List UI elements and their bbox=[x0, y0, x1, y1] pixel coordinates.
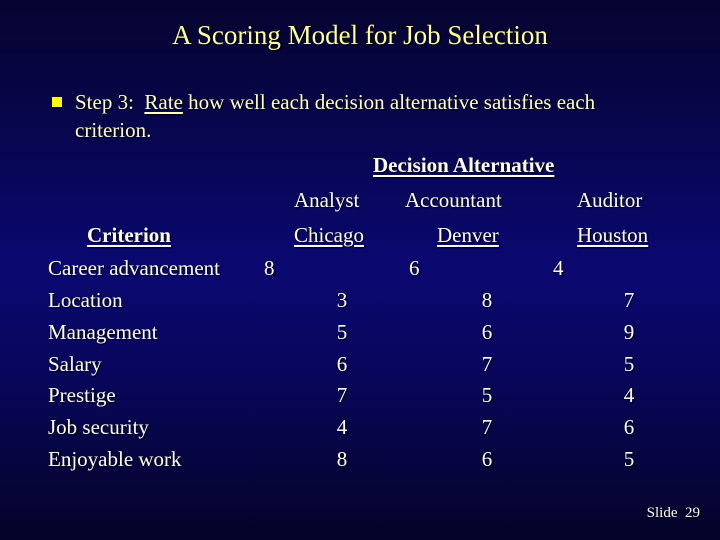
score-analyst: 8 bbox=[336, 447, 348, 471]
criterion-label: Career advancement bbox=[48, 256, 220, 280]
score-auditor: 5 bbox=[623, 447, 635, 471]
score-analyst: 5 bbox=[336, 319, 348, 344]
score-auditor: 4 bbox=[553, 256, 564, 280]
bullet-rest: how well each decision alternative satis… bbox=[182, 90, 596, 114]
criterion-label: Job security bbox=[48, 415, 149, 440]
slide-number-value: 29 bbox=[685, 505, 700, 521]
score-accountant: 6 bbox=[409, 256, 420, 280]
score-auditor: 9 bbox=[623, 319, 635, 344]
score-accountant: 6 bbox=[481, 447, 493, 471]
alt-city-chicago: Chicago bbox=[294, 223, 364, 247]
score-accountant: 5 bbox=[481, 383, 493, 408]
bullet-line-2: criterion. bbox=[75, 118, 152, 142]
score-accountant: 7 bbox=[481, 351, 493, 376]
alt-city-denver: Denver bbox=[437, 223, 499, 247]
square-bullet-icon bbox=[52, 97, 62, 107]
alt-role-accountant: Accountant bbox=[405, 188, 502, 212]
bullet-prefix: Step 3: bbox=[75, 90, 145, 114]
criterion-label: Salary bbox=[48, 351, 102, 376]
criterion-label: Management bbox=[48, 319, 158, 344]
criterion-label: Location bbox=[48, 288, 123, 312]
bullet-emphasis: Rate bbox=[144, 90, 183, 114]
score-analyst: 8 bbox=[264, 256, 275, 280]
score-auditor: 5 bbox=[623, 351, 635, 376]
score-accountant: 6 bbox=[481, 319, 493, 344]
decision-alternative-header: Decision Alternative bbox=[373, 153, 555, 177]
score-auditor: 4 bbox=[623, 383, 635, 408]
score-analyst: 7 bbox=[336, 383, 348, 408]
criterion-label: Enjoyable work bbox=[48, 447, 182, 471]
criterion-label: Prestige bbox=[48, 383, 116, 408]
alt-role-analyst: Analyst bbox=[294, 188, 360, 212]
bullet-line-1: Step 3: Rate how well each decision alte… bbox=[75, 90, 595, 115]
score-auditor: 7 bbox=[623, 288, 635, 312]
score-accountant: 7 bbox=[481, 415, 493, 440]
criterion-header: Criterion bbox=[87, 223, 171, 247]
score-analyst: 3 bbox=[336, 288, 348, 312]
slide-title: A Scoring Model for Job Selection bbox=[172, 20, 548, 50]
score-accountant: 8 bbox=[481, 288, 493, 312]
slide-label: Slide bbox=[646, 505, 678, 521]
score-analyst: 6 bbox=[336, 351, 348, 376]
score-auditor: 6 bbox=[623, 415, 635, 440]
slide-number: Slide 29 bbox=[647, 505, 700, 522]
alt-city-houston: Houston bbox=[577, 223, 649, 247]
score-analyst: 4 bbox=[336, 415, 348, 440]
alt-role-auditor: Auditor bbox=[577, 188, 643, 212]
